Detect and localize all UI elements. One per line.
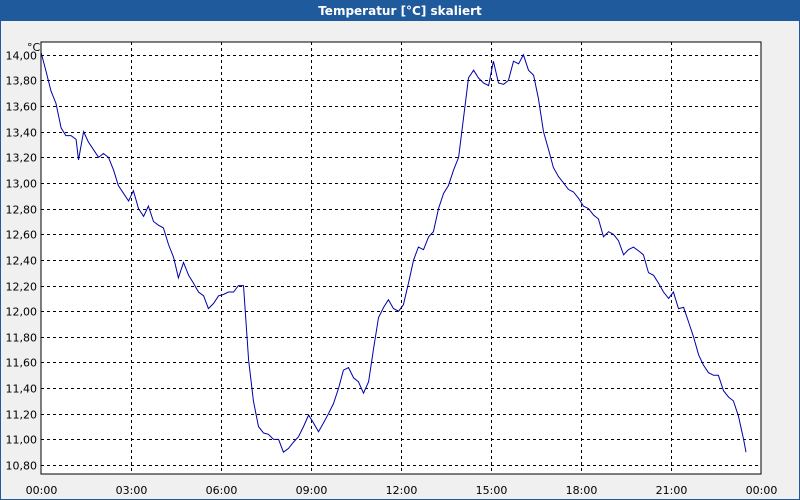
y-tick-label: 13,20 <box>6 152 38 165</box>
x-tick-time-label: 09:00 <box>296 484 328 497</box>
x-tick-time-label: 00:00 <box>746 484 778 497</box>
x-axis-ticks: 00:0022.10.2303:0022.10.2306:0022.10.230… <box>26 484 778 497</box>
x-tick-time-label: 15:00 <box>476 484 508 497</box>
y-tick-label: 10,80 <box>6 460 38 473</box>
y-tick-label: 12,60 <box>6 229 38 242</box>
x-tick-time-label: 12:00 <box>386 484 418 497</box>
x-tick-time-label: 18:00 <box>566 484 598 497</box>
y-tick-label: 13,80 <box>6 75 38 88</box>
x-tick-time-label: 06:00 <box>206 484 238 497</box>
y-tick-label: 12,80 <box>6 204 38 217</box>
window-title: Temperatur [°C] skaliert <box>1 1 799 21</box>
y-tick-label: 11,80 <box>6 332 38 345</box>
temperature-chart: 10,80 11,00 11,20 11,40 11,60 11,80 12,00 12,20… <box>6 41 778 497</box>
y-tick-label: 11,40 <box>6 383 38 396</box>
chart-area: 10,80 11,00 11,20 11,40 11,60 11,80 12,00 12,20… <box>1 21 799 499</box>
y-axis-unit-label: °C <box>27 41 41 54</box>
y-tick-label: 13,00 <box>6 178 38 191</box>
y-axis-ticks: 10,80 11,00 11,20 11,40 11,60 11,80 12,00 12,20… <box>6 50 38 473</box>
x-tick-time-label: 21:00 <box>656 484 688 497</box>
y-tick-label: 13,40 <box>6 127 38 140</box>
y-tick-label: 12,40 <box>6 255 38 268</box>
y-tick-label: 12,00 <box>6 306 38 319</box>
y-tick-label: 13,60 <box>6 101 38 114</box>
y-tick-label: 12,20 <box>6 281 38 294</box>
y-tick-label: 11,00 <box>6 434 38 447</box>
x-tick-time-label: 03:00 <box>116 484 148 497</box>
chart-window: Temperatur [°C] skaliert 10,80 11,00 11,20… <box>0 0 800 500</box>
y-tick-label: 11,60 <box>6 357 38 370</box>
y-tick-label: 11,20 <box>6 409 38 422</box>
x-tick-time-label: 00:00 <box>26 484 58 497</box>
